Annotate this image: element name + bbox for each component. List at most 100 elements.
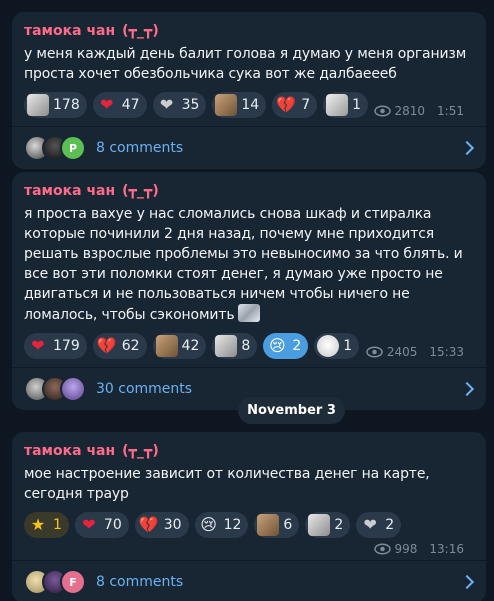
commenter-avatars: F <box>24 569 86 595</box>
reaction-chip[interactable]: 6 <box>254 512 300 538</box>
reaction-count: 70 <box>103 517 122 533</box>
reaction-count: 14 <box>241 97 260 113</box>
avatar: F <box>60 569 86 595</box>
reaction-chip[interactable]: ★ 1 <box>24 512 69 538</box>
author-name: тамока чан <box>24 443 116 459</box>
broken-heart-icon: 💔 <box>96 336 117 355</box>
post-author[interactable]: тамока чан (┳_┳) <box>24 22 474 40</box>
reaction-count: 1 <box>343 338 353 354</box>
eye-icon <box>366 346 383 358</box>
reaction-count: 62 <box>121 338 140 354</box>
reaction-count: 12 <box>223 517 242 533</box>
reaction-chip[interactable]: 178 <box>24 92 87 118</box>
post-text: мое настроение зависит от количества ден… <box>24 466 430 502</box>
star-icon: ★ <box>30 515 46 534</box>
avatar: P <box>60 135 86 161</box>
reaction-count: 1 <box>53 517 62 533</box>
channel-post: тамока чан (┳_┳) у меня каждый день бали… <box>12 12 486 169</box>
reaction-chip[interactable]: ❤ 35 <box>152 92 207 118</box>
red-heart-icon: ❤ <box>82 515 96 534</box>
sticker-cat-face-icon <box>257 514 280 536</box>
comments-count: 8 comments <box>96 140 184 156</box>
view-count: 2405 <box>386 345 418 359</box>
view-count: 998 <box>394 542 418 556</box>
avatar <box>60 376 86 402</box>
post-author[interactable]: тамока чан (┳_┳) <box>24 182 474 200</box>
comments-link[interactable]: F 8 comments <box>12 560 486 601</box>
sticker-gray-heart-icon: ❤ <box>363 515 377 534</box>
reaction-count: 179 <box>53 338 80 354</box>
reaction-count: 1 <box>352 97 362 113</box>
reaction-count: 2 <box>292 338 302 354</box>
reactions-bar: ★ 1 ❤ 70 💔 30 😢 12 6 2 ❤ 2 <box>24 512 474 538</box>
author-kaomoji: (┳_┳) <box>122 443 159 459</box>
reaction-chip[interactable]: 2 <box>305 512 351 538</box>
reaction-chip[interactable]: 💔 30 <box>134 512 189 538</box>
chevron-right-icon <box>459 574 475 590</box>
reaction-count: 42 <box>181 338 200 354</box>
sticker-troll-face-icon <box>326 94 349 116</box>
commenter-avatars: P <box>24 135 86 161</box>
comments-count: 8 comments <box>96 574 184 590</box>
red-heart-icon: ❤ <box>100 95 114 114</box>
crying-face-icon: 😢 <box>268 336 286 355</box>
reaction-chip[interactable]: 1 <box>323 92 369 118</box>
eye-icon <box>373 105 391 117</box>
commenter-avatars <box>24 376 86 402</box>
comments-link[interactable]: P 8 comments <box>12 126 486 169</box>
reaction-count: 6 <box>283 517 293 533</box>
crying-face-icon: 😢 <box>200 515 217 534</box>
reaction-chip[interactable]: 😢 12 <box>194 512 249 538</box>
reaction-chip[interactable]: 14 <box>212 92 267 118</box>
channel-post: тамока чан (┳_┳) я проста вахуе у нас сл… <box>12 172 486 410</box>
reaction-count: 2 <box>385 517 395 533</box>
author-name: тамока чан <box>24 183 116 199</box>
post-author[interactable]: тамока чан (┳_┳) <box>24 442 474 460</box>
broken-heart-icon: 💔 <box>276 95 297 114</box>
sticker-cat-face-icon <box>215 94 238 116</box>
chevron-right-icon <box>459 381 475 397</box>
post-time: 15:33 <box>429 345 464 359</box>
author-kaomoji: (┳_┳) <box>122 183 159 199</box>
reaction-count: 8 <box>241 338 251 354</box>
eye-icon <box>373 543 391 555</box>
comments-count: 30 comments <box>96 381 193 397</box>
sticker-meme-face-icon <box>27 94 49 116</box>
reaction-chip[interactable]: ❤ 70 <box>74 512 129 538</box>
reaction-chip[interactable]: 💔 7 <box>272 92 318 118</box>
post-time: 1:51 <box>437 104 464 118</box>
post-text: я проста вахуе у нас сломались снова шка… <box>24 204 474 325</box>
sticker-meme-face-icon <box>308 514 331 536</box>
reaction-chip[interactable]: 8 <box>212 333 258 359</box>
reaction-count: 35 <box>181 97 200 113</box>
reaction-chip[interactable]: 💔 62 <box>92 333 147 359</box>
reaction-count: 30 <box>163 517 182 533</box>
author-name: тамока чан <box>24 23 116 39</box>
post-text: у меня каждый день балит голова я думаю … <box>24 46 467 82</box>
chevron-right-icon <box>459 140 475 156</box>
reaction-count: 7 <box>301 97 311 113</box>
reaction-count: 47 <box>121 97 140 113</box>
post-time: 13:16 <box>429 542 464 556</box>
author-kaomoji: (┳_┳) <box>122 23 159 39</box>
red-heart-icon: ❤ <box>31 336 45 355</box>
reaction-chip-selected[interactable]: 😢 2 <box>263 333 309 359</box>
post-meta: 998 13:16 <box>373 542 464 556</box>
broken-heart-icon: 💔 <box>138 515 159 534</box>
reaction-chip[interactable]: ❤ 179 <box>24 333 87 359</box>
inline-sticker-icon <box>238 304 261 322</box>
view-count: 2810 <box>394 104 426 118</box>
sticker-cat-face-icon <box>155 335 178 357</box>
reaction-count: 2 <box>334 517 344 533</box>
reaction-chip[interactable]: ❤ 47 <box>92 92 147 118</box>
reaction-chip[interactable]: 42 <box>152 333 207 359</box>
sticker-white-blob-icon <box>317 335 340 357</box>
sticker-meme-face-icon <box>215 335 238 357</box>
date-separator: November 3 <box>238 397 345 424</box>
post-meta: 2405 15:33 <box>366 345 464 359</box>
post-meta: 2810 1:51 <box>373 104 464 118</box>
reaction-chip[interactable]: ❤ 2 <box>356 512 402 538</box>
sticker-gray-heart-icon: ❤ <box>159 95 174 114</box>
reaction-chip[interactable]: 1 <box>314 333 360 359</box>
reaction-count: 178 <box>53 97 80 113</box>
